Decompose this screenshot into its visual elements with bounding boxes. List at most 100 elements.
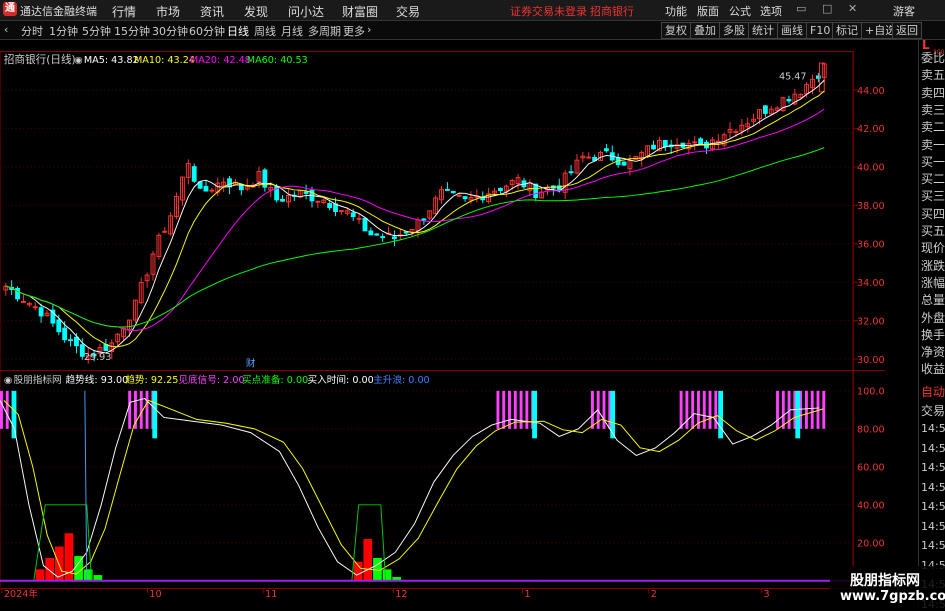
- period-monthly[interactable]: 月线: [281, 23, 303, 39]
- watermark-line2: www.7gpzb.com: [840, 589, 945, 604]
- candle-body: [303, 191, 309, 194]
- candle-body: [21, 300, 26, 303]
- chevron-right-icon[interactable]: ›: [367, 23, 371, 36]
- quote-field-11: 现价: [921, 241, 945, 256]
- buy-time-label: 买入时间: 0.00: [308, 374, 374, 386]
- guest-label[interactable]: 游客: [893, 3, 915, 19]
- login-notice[interactable]: 证券交易未登录: [510, 3, 587, 19]
- period-multi[interactable]: 多周期: [308, 23, 341, 39]
- tab-auto[interactable]: 自动: [921, 383, 945, 400]
- candle-body: [786, 98, 792, 102]
- back-button[interactable]: 返回: [892, 22, 922, 39]
- bottom-signal-label: 见底信号: 2.00: [178, 374, 244, 386]
- multi-stock-button[interactable]: 多股: [719, 22, 749, 39]
- quote-field-3: 卖三: [921, 102, 945, 117]
- close-icon[interactable]: ✕: [848, 2, 857, 15]
- low-price-label: 29.93: [84, 352, 112, 363]
- overlay-button[interactable]: 叠加: [690, 22, 720, 39]
- signal-stripe: [139, 390, 143, 429]
- chart-svg[interactable]: 招商银行(日线) ◉ MA5: 43.82 MA10: 43.24 MA20: …: [0, 40, 885, 600]
- menu-quotes[interactable]: 行情: [112, 3, 136, 20]
- y-tick-label: 44.00: [857, 86, 885, 97]
- ind-y-tick-label: 80.00: [857, 425, 885, 436]
- quote-field-10: 买五: [921, 224, 945, 238]
- signal-stripe: [822, 390, 826, 429]
- trend-line-curve: [0, 397, 820, 578]
- quote-field-13: 涨幅: [921, 275, 945, 290]
- menu-news[interactable]: 资讯: [200, 3, 224, 20]
- candle-body: [450, 190, 456, 194]
- x-tick-label: 2: [651, 589, 657, 600]
- y-tick-label: 40.00: [857, 163, 885, 174]
- trend-label: 趋势: 92.25: [125, 374, 178, 386]
- menu-function[interactable]: 功能: [665, 3, 687, 19]
- settings-icon: ◉: [74, 55, 82, 66]
- candle-body: [56, 319, 62, 333]
- period-1min[interactable]: 1分钟: [49, 23, 78, 39]
- candle-body: [421, 218, 427, 221]
- quote-side-panel: L 300 委比 卖五 卖四 卖三 卖二 卖一 买一 买二 买三 买四 买五 现价 涨跌 涨幅 总量 外盘 换手…: [918, 38, 945, 611]
- candle-body: [692, 141, 698, 144]
- candle-body: [603, 148, 609, 152]
- candle-body: [462, 196, 468, 200]
- trade-time-0: 14:56: [921, 422, 945, 435]
- period-intraday[interactable]: 分时: [21, 23, 43, 39]
- stock-link[interactable]: 招商银行: [590, 3, 634, 19]
- arrow-left-icon[interactable]: ‹: [4, 23, 8, 36]
- signal-stripe: [685, 390, 689, 429]
- period-5min[interactable]: 5分钟: [82, 23, 111, 39]
- menu-assistant[interactable]: 问小达: [288, 3, 324, 20]
- candle-body: [162, 230, 168, 233]
- ma20-label: MA20: 42.48: [190, 55, 251, 66]
- f10-button[interactable]: F10: [806, 22, 835, 39]
- ma5-line: [5, 79, 825, 354]
- period-weekly[interactable]: 周线: [254, 23, 276, 39]
- quote-field-0: 委比: [921, 51, 945, 65]
- adjust-button[interactable]: 复权: [661, 22, 691, 39]
- x-tick-label: 1: [524, 589, 530, 600]
- quote-field-18: 收益: [921, 362, 945, 377]
- candle-body: [362, 217, 368, 232]
- main-grid: [0, 89, 854, 360]
- spike-line: [84, 390, 88, 581]
- signal-stripe: [128, 390, 132, 429]
- candle-body: [339, 210, 344, 213]
- cyan-marker: [532, 390, 537, 439]
- main-chart-title: 招商银行(日线): [4, 53, 76, 66]
- period-more[interactable]: 更多: [343, 23, 365, 39]
- title-bar: 通 通达信金融终端 行情 市场 资讯 发现 问小达 财富圈 交易 证券交易未登录…: [0, 0, 945, 21]
- signal-stripe: [702, 390, 706, 429]
- period-daily[interactable]: 日线: [227, 23, 249, 39]
- signal-stripe: [513, 390, 517, 429]
- period-30min[interactable]: 30分钟: [152, 23, 188, 39]
- candle-body: [651, 144, 656, 150]
- menu-trade[interactable]: 交易: [396, 3, 420, 20]
- signal-stripe: [679, 390, 683, 429]
- app-logo-icon: 通: [3, 2, 17, 16]
- candle-body: [356, 217, 362, 220]
- period-15min[interactable]: 15分钟: [114, 23, 150, 39]
- watermark-line1: 股朋指标网: [850, 573, 920, 589]
- y-tick-label: 38.00: [857, 201, 885, 212]
- signal-stripe: [691, 390, 695, 429]
- y-tick-label: 34.00: [857, 278, 885, 289]
- tab-trade[interactable]: 交易: [921, 402, 945, 419]
- y-tick-label: 42.00: [857, 124, 885, 135]
- draw-line-button[interactable]: 画线: [777, 22, 807, 39]
- candle-body: [209, 189, 215, 192]
- statistics-button[interactable]: 统计: [748, 22, 778, 39]
- menu-formula[interactable]: 公式: [729, 3, 751, 19]
- menu-discover[interactable]: 发现: [244, 3, 268, 20]
- x-axis: 2024年 10 11 12 1 2 3: [1, 588, 770, 600]
- menu-fortune-circle[interactable]: 财富圈: [342, 3, 378, 20]
- menu-market[interactable]: 市场: [156, 3, 180, 20]
- restore-icon[interactable]: □: [822, 2, 832, 15]
- trend-line-label: 趋势线: 93.00: [66, 374, 129, 386]
- candle-body: [74, 336, 79, 347]
- quote-field-16: 换手: [921, 327, 945, 342]
- menu-layout[interactable]: 版面: [697, 3, 719, 19]
- mark-button[interactable]: 标记: [832, 22, 862, 39]
- period-60min[interactable]: 60分钟: [189, 23, 225, 39]
- menu-options[interactable]: 选项: [760, 3, 782, 19]
- minimize-icon[interactable]: ▭: [796, 2, 806, 15]
